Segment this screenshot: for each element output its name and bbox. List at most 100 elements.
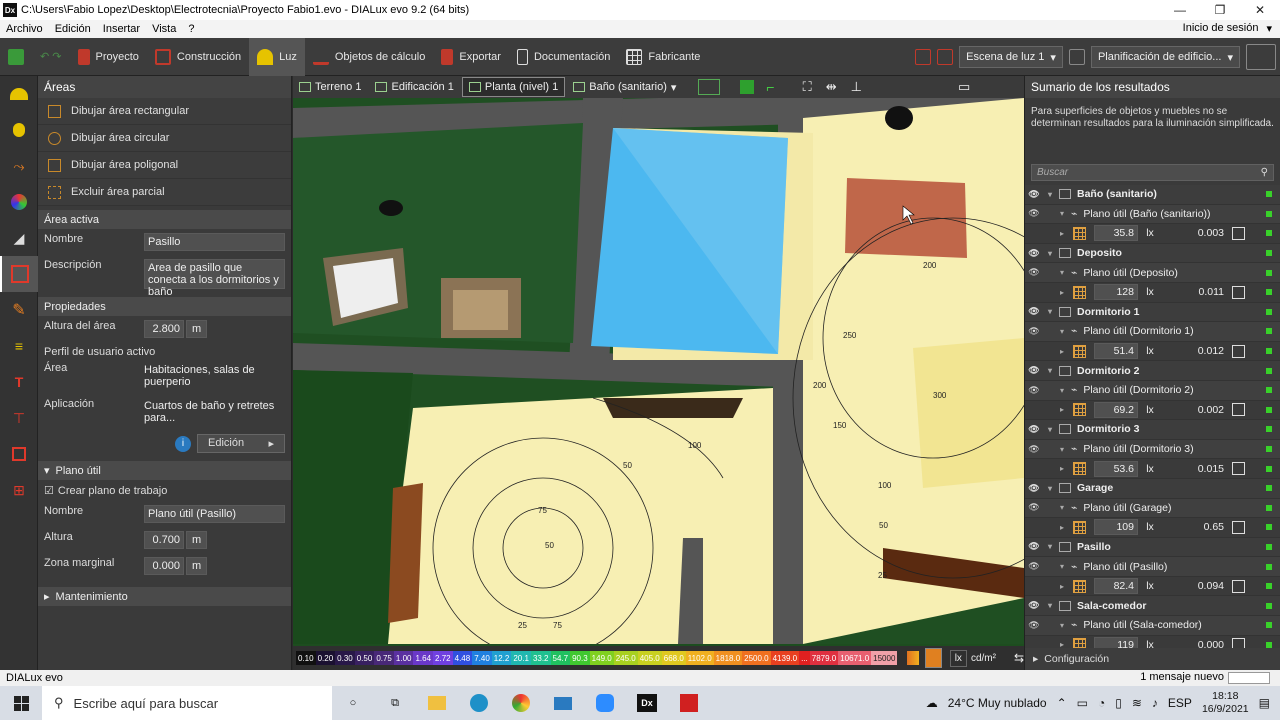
window-icon[interactable] xyxy=(1068,49,1085,65)
result-plane-row[interactable]: 👁 ▾ ⌁ Plano útil (Deposito) xyxy=(1025,263,1280,283)
result-value-row[interactable]: ▸ 51.4 lx 0.012 xyxy=(1025,341,1280,362)
workplane-height-field[interactable]: 0.700 xyxy=(144,531,184,549)
legend-toggle-button[interactable] xyxy=(925,648,942,668)
collapse-icon[interactable]: ▾ xyxy=(1043,601,1057,610)
visibility-eye-icon[interactable]: 👁 xyxy=(1025,306,1043,317)
3d-viewport[interactable]: Terreno 1 Edificación 1 Planta (nivel) 1… xyxy=(293,76,1024,670)
collapse-icon[interactable]: ▾ xyxy=(1055,503,1069,512)
result-value-row[interactable]: ▸ 128 lx 0.011 xyxy=(1025,282,1280,303)
draw-polygon-area-button[interactable]: Dibujar área poligonal xyxy=(38,152,291,179)
save-button[interactable] xyxy=(0,38,32,76)
tab-terreno[interactable]: Terreno 1 xyxy=(293,77,367,97)
luminaire-tool[interactable] xyxy=(0,76,38,112)
scene-dropdown[interactable]: Escena de luz 1 ▾ xyxy=(959,46,1063,68)
axis-icon[interactable]: ⊥ xyxy=(851,79,862,95)
result-room-row[interactable]: 👁 ▾ Pasillo xyxy=(1025,537,1280,558)
menu-insertar[interactable]: Insertar xyxy=(97,23,146,35)
language-indicator[interactable]: ESP xyxy=(1168,696,1192,710)
visibility-eye-icon[interactable]: 👁 xyxy=(1025,267,1043,278)
tab-objetos-calculo[interactable]: Objetos de cálculo xyxy=(305,38,434,76)
tab-documentacion[interactable]: Documentación xyxy=(509,38,618,76)
edit-profile-button[interactable]: Edición ▸ xyxy=(197,434,285,453)
taskbar-search-input[interactable]: ⚲ Escribe aquí para buscar xyxy=(42,686,332,720)
user-dropdown-icon[interactable]: ▾ xyxy=(1266,22,1272,35)
tab-bano[interactable]: Baño (sanitario) ▾ xyxy=(567,77,682,97)
exclude-area-button[interactable]: Excluir área parcial xyxy=(38,179,291,206)
collapse-icon[interactable]: ▾ xyxy=(1055,621,1069,630)
network-icon[interactable]: ◔ xyxy=(1098,696,1105,710)
menu-vista[interactable]: Vista xyxy=(146,23,182,35)
collapse-icon[interactable]: ▾ xyxy=(1055,445,1069,454)
result-value-row[interactable]: ▸ 53.6 lx 0.015 xyxy=(1025,459,1280,479)
bulb-tool[interactable] xyxy=(0,112,38,148)
expand-icon[interactable]: ▸ xyxy=(1055,523,1069,532)
workplane-name-field[interactable]: Plano útil (Pasillo) xyxy=(144,505,285,523)
trash-icon[interactable] xyxy=(937,49,954,65)
monitor-icon[interactable]: ▭ xyxy=(958,79,970,95)
collapse-icon[interactable]: ▾ xyxy=(1055,327,1069,336)
notifications-icon[interactable]: ▤ xyxy=(1259,696,1270,710)
tab-construccion[interactable]: Construcción xyxy=(147,38,249,76)
wrench-tool[interactable]: ✎ xyxy=(0,292,38,328)
file-explorer-icon[interactable] xyxy=(416,686,458,720)
results-search-input[interactable]: Buscar ⚲ xyxy=(1031,164,1274,181)
result-room-row[interactable]: 👁 ▾ Dormitorio 1 xyxy=(1025,302,1280,323)
collapse-icon[interactable]: ▾ xyxy=(1055,209,1069,218)
result-room-row[interactable]: 👁 ▾ Garage xyxy=(1025,478,1280,499)
curve-icon[interactable] xyxy=(1232,344,1245,358)
undo-button[interactable]: ↶ ↷ xyxy=(32,38,70,76)
visibility-eye-icon[interactable]: 👁 xyxy=(1025,620,1043,631)
floorplan-render[interactable]: 50 75 50 75 25 100 200 250 300 200 150 1… xyxy=(293,98,1024,644)
curve-icon[interactable] xyxy=(1232,579,1245,593)
expand-icon[interactable]: ▸ xyxy=(1055,464,1069,473)
cortana-icon[interactable]: ○ xyxy=(332,686,374,720)
info-icon[interactable]: i xyxy=(175,435,191,452)
stack-tool[interactable]: ≡ xyxy=(0,328,38,364)
collapse-icon[interactable]: ▾ xyxy=(1043,366,1057,375)
text-tool[interactable]: T xyxy=(0,364,38,400)
draw-rect-area-button[interactable]: Dibujar área rectangular xyxy=(38,98,291,125)
result-value-row[interactable]: ▸ 109 lx 0.65 xyxy=(1025,518,1280,538)
expand-icon[interactable]: ▸ xyxy=(1055,288,1069,297)
visibility-eye-icon[interactable]: 👁 xyxy=(1025,600,1043,611)
status-message[interactable]: 1 mensaje nuevo xyxy=(1140,671,1224,683)
unit-cd-button[interactable]: cd/m² xyxy=(971,653,996,664)
unit-lx-button[interactable]: lx xyxy=(949,649,967,667)
insert-tool[interactable]: ⊤ xyxy=(0,400,38,436)
collapse-icon[interactable]: ▾ xyxy=(1043,425,1057,434)
chrome-icon[interactable] xyxy=(500,686,542,720)
visibility-eye-icon[interactable]: 👁 xyxy=(1025,424,1043,435)
expand-icon[interactable]: ▸ xyxy=(1055,229,1069,238)
curve-icon[interactable] xyxy=(1232,520,1245,534)
display-icon[interactable]: ▭ xyxy=(1077,696,1088,710)
result-plane-row[interactable]: 👁 ▾ ⌁ Plano útil (Garage) xyxy=(1025,498,1280,519)
curve-icon[interactable] xyxy=(1232,462,1245,476)
tab-edificacion[interactable]: Edificación 1 xyxy=(369,77,459,97)
close-icon[interactable]: ✕ xyxy=(1240,0,1280,20)
chevron-up-icon[interactable]: ⌃ xyxy=(1057,696,1067,710)
result-plane-row[interactable]: 👁 ▾ ⌁ Plano útil (Dormitorio 1) xyxy=(1025,322,1280,342)
collapse-icon[interactable]: ▾ xyxy=(1043,484,1057,493)
result-plane-row[interactable]: 👁 ▾ ⌁ Plano útil (Dormitorio 3) xyxy=(1025,439,1280,460)
collapse-icon[interactable]: ▾ xyxy=(1055,562,1069,571)
area-description-field[interactable]: Area de pasillo que conecta a los dormit… xyxy=(144,259,285,298)
result-plane-row[interactable]: 👁 ▾ ⌁ Plano útil (Pasillo) xyxy=(1025,557,1280,577)
result-room-row[interactable]: 👁 ▾ Sala-comedor xyxy=(1025,596,1280,617)
result-value-row[interactable]: ▸ 82.4 lx 0.094 xyxy=(1025,576,1280,597)
mail-icon[interactable] xyxy=(542,686,584,720)
configuration-section[interactable]: ▸ Configuración xyxy=(1025,648,1280,670)
curve-icon[interactable] xyxy=(1232,226,1245,240)
expand-icon[interactable]: ▸ xyxy=(1055,582,1069,591)
clock[interactable]: 18:18 16/9/2021 xyxy=(1202,690,1249,716)
weather-text[interactable]: 24°C Muy nublado xyxy=(948,696,1047,710)
menu-archivo[interactable]: Archivo xyxy=(0,23,49,35)
wifi-icon[interactable]: ≋ xyxy=(1132,696,1142,710)
expand-icon[interactable]: ▸ xyxy=(1055,347,1069,356)
zoom-icon[interactable] xyxy=(584,686,626,720)
planning-dropdown[interactable]: Planificación de edificio... ▾ xyxy=(1090,46,1240,68)
result-room-row[interactable]: 👁 ▾ Baño (sanitario) xyxy=(1025,185,1280,205)
battery-icon[interactable]: ▯ xyxy=(1115,696,1122,710)
volume-icon[interactable]: ♪ xyxy=(1152,696,1158,710)
green-corner-icon[interactable]: ⌐ xyxy=(766,79,774,95)
visibility-eye-icon[interactable]: 👁 xyxy=(1025,541,1043,552)
